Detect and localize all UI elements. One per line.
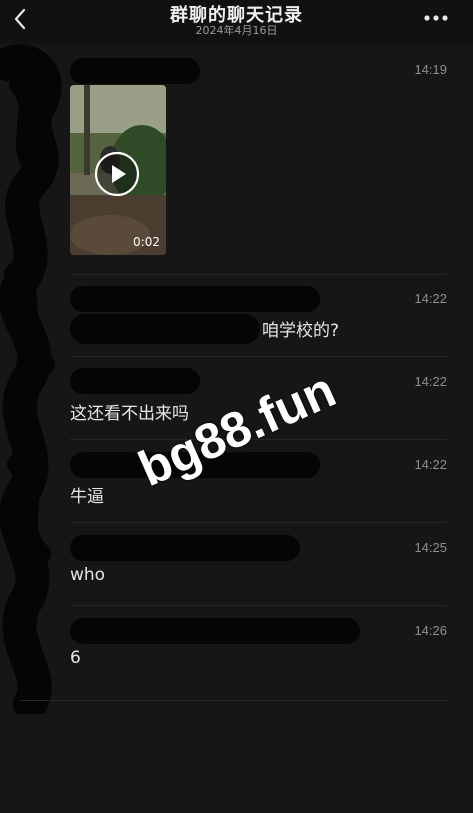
video-duration: 0:02 (133, 235, 160, 249)
redaction-scribble (0, 44, 62, 714)
message-time: 14:22 (414, 291, 447, 306)
message-text: who (70, 565, 106, 585)
sender-name-redacted (70, 368, 200, 394)
message-time: 14:22 (414, 374, 447, 389)
message-text: 牛逼 (70, 487, 104, 507)
page-date: 2024年4月16日 (195, 24, 278, 37)
more-dots-icon (424, 15, 448, 21)
divider (70, 356, 447, 357)
video-thumbnail[interactable]: 0:02 (70, 85, 166, 255)
message-text: 这还看不出来吗 (70, 404, 189, 424)
message-time: 14:22 (414, 457, 447, 472)
sender-name-redacted (70, 286, 320, 312)
message-text: 咱学校的? (262, 321, 340, 341)
message-time: 14:26 (414, 623, 447, 638)
sender-name-redacted (70, 618, 360, 644)
text-redacted (70, 314, 260, 344)
play-icon (94, 151, 140, 197)
more-button[interactable] (421, 8, 451, 28)
message-time: 14:25 (414, 540, 447, 555)
divider (20, 700, 447, 701)
message-time: 14:19 (414, 62, 447, 77)
sender-name-redacted (70, 535, 300, 561)
message-text: 6 (70, 648, 81, 668)
divider (70, 522, 447, 523)
chat-history-header: 群聊的聊天记录 2024年4月16日 (0, 0, 473, 44)
sender-name-redacted (70, 58, 200, 84)
divider (70, 605, 447, 606)
divider (70, 274, 447, 275)
